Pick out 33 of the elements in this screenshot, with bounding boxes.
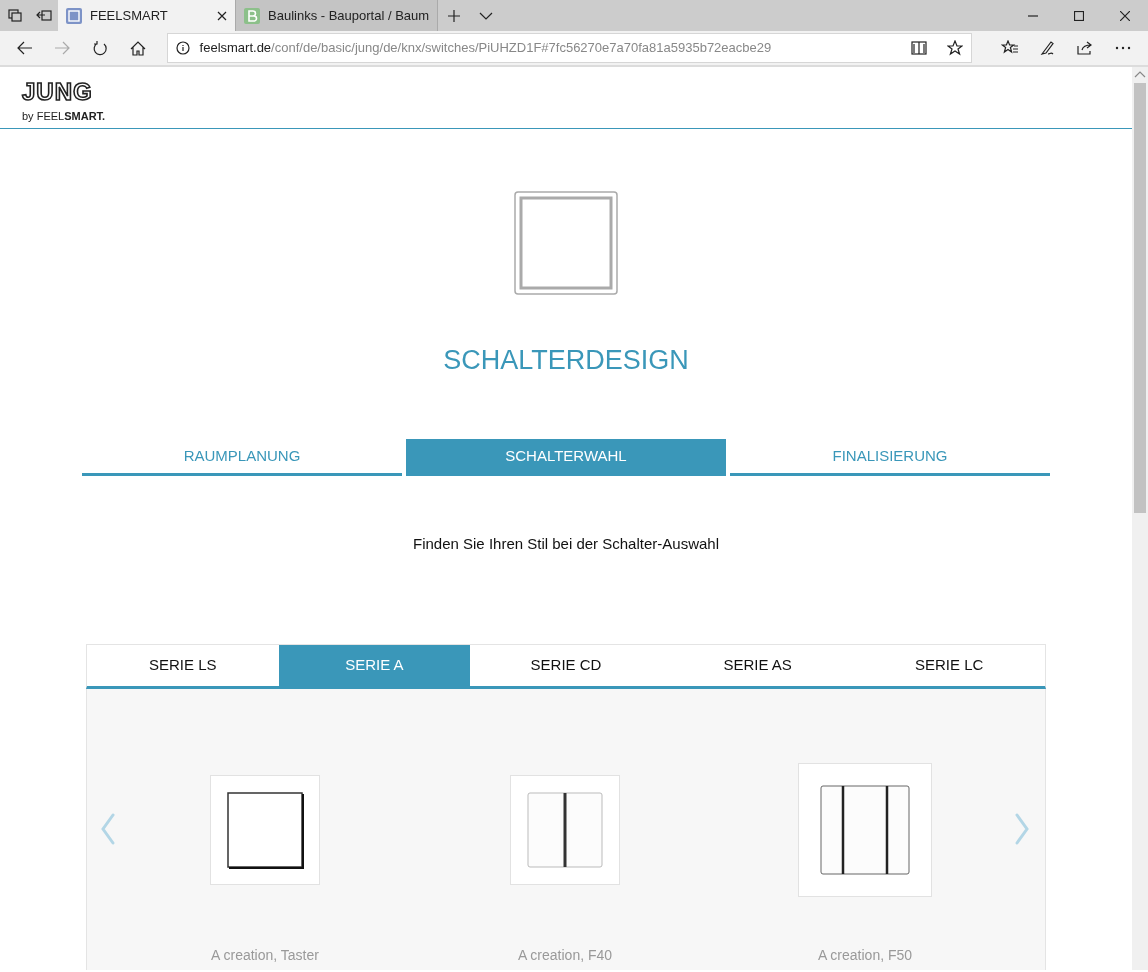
- subtitle: Finden Sie Ihren Stil bei der Schalter-Auswahl: [412, 534, 720, 554]
- share-icon[interactable]: [1077, 41, 1094, 55]
- address-bar[interactable]: feelsmart.de/conf/de/basic/jung/de/knx/switches/PiUHZD1F#7fc56270e7a70fa81a5935b72eacbe29: [166, 33, 972, 63]
- chevron-down-icon[interactable]: [479, 11, 494, 20]
- close-icon[interactable]: [217, 10, 227, 21]
- info-icon: [175, 41, 190, 55]
- favorites-list-icon[interactable]: [1001, 40, 1020, 56]
- book-icon[interactable]: [910, 41, 927, 55]
- star-icon[interactable]: [946, 40, 963, 56]
- tab-list-icon[interactable]: [6, 8, 23, 23]
- scroll-up-icon[interactable]: [1134, 70, 1146, 80]
- page-title: SCHALTERDESIGN: [442, 344, 690, 377]
- brand-logo: JUNG: [22, 81, 93, 103]
- home-icon[interactable]: [129, 40, 146, 56]
- browser-tab[interactable]: Baulinks - Bauportal / Baum: [236, 0, 439, 31]
- letter-favicon: [244, 7, 260, 24]
- switch-thumbnail[interactable]: [798, 762, 932, 897]
- back-icon[interactable]: [16, 41, 33, 55]
- site-favicon: [66, 7, 82, 24]
- switch-frame-icon: [514, 191, 618, 295]
- tabs-aside-icon[interactable]: [35, 8, 52, 23]
- more-icon[interactable]: [1115, 46, 1132, 50]
- url-text: feelsmart.de/conf/de/basic/jung/de/knx/switches/PiUHZD1F#7fc56270e7a70fa81a5935b72eacbe29: [199, 39, 773, 58]
- switch-thumbnail[interactable]: [210, 774, 320, 885]
- refresh-icon[interactable]: [93, 40, 108, 56]
- maximize-icon[interactable]: [1074, 10, 1084, 21]
- browser-tab[interactable]: FEELSMART: [58, 0, 236, 31]
- switch-thumbnail[interactable]: [510, 774, 620, 885]
- pen-icon[interactable]: [1039, 40, 1056, 56]
- logo-tagline: by FEELSMART.: [22, 109, 107, 123]
- scrollbar-thumb[interactable]: [1134, 83, 1146, 513]
- close-icon[interactable]: [1120, 10, 1130, 21]
- new-tab-icon[interactable]: [447, 8, 462, 23]
